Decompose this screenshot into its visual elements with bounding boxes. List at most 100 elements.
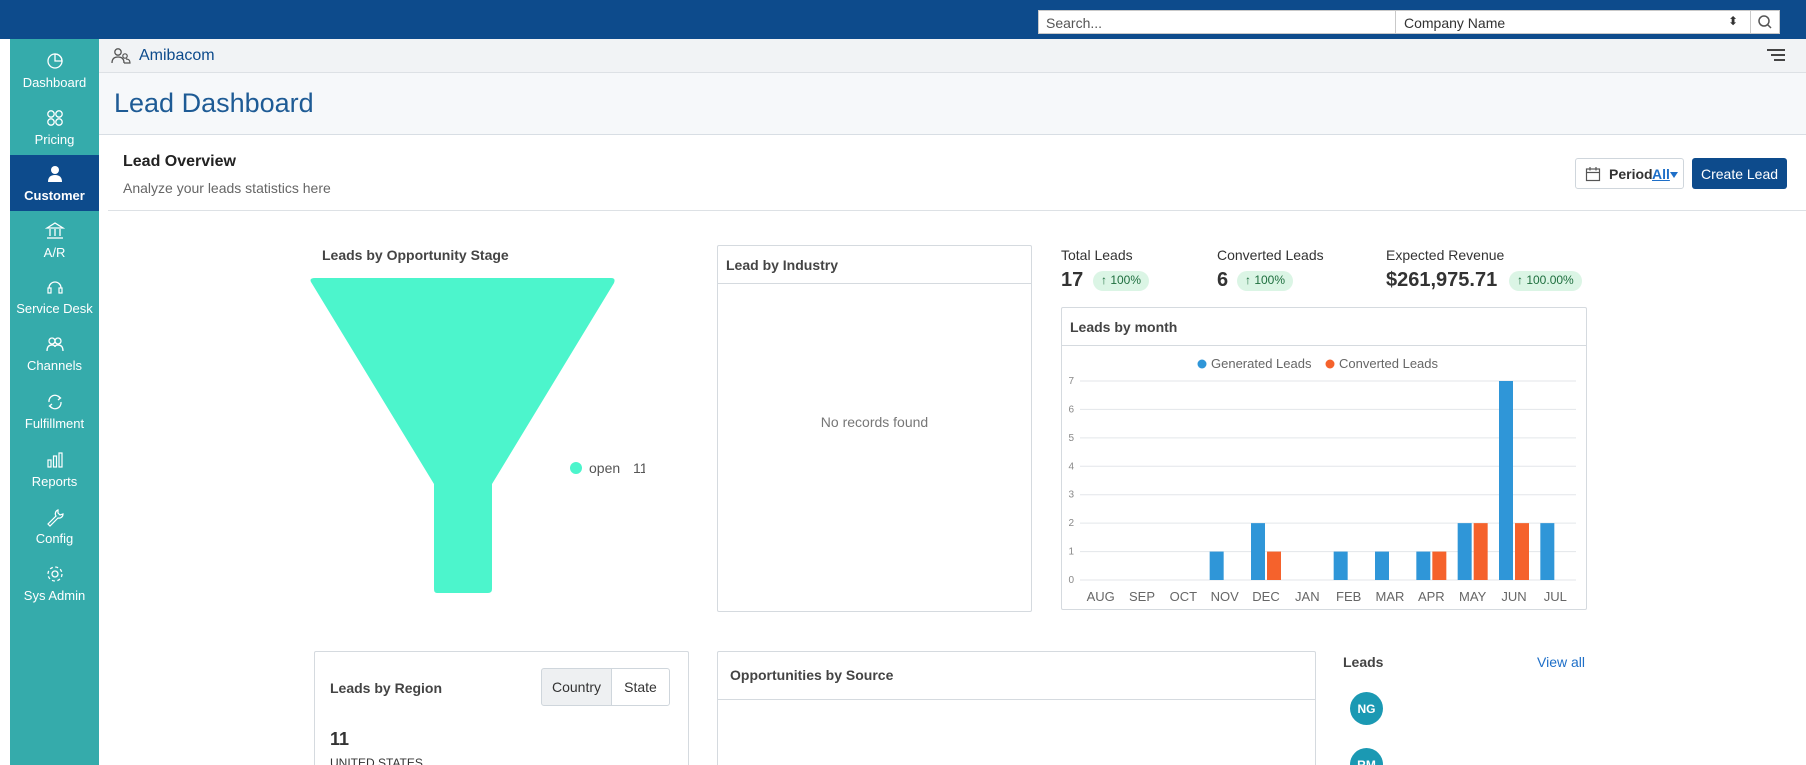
sidebar-item-label: Dashboard bbox=[22, 74, 87, 90]
opportunities-by-source-panel: Opportunities by Source bbox=[717, 651, 1316, 765]
y-tick-label: 0 bbox=[1068, 575, 1074, 586]
sidebar-item-config[interactable]: Config bbox=[10, 498, 99, 554]
view-all-leads-link[interactable]: View all bbox=[1537, 654, 1585, 670]
country-toggle-button[interactable]: Country bbox=[541, 668, 612, 706]
sidebar-item-label: Fulfillment bbox=[24, 415, 85, 431]
bar bbox=[1540, 523, 1555, 580]
bar bbox=[1209, 551, 1224, 580]
kpi-expected-revenue-label: Expected Revenue bbox=[1386, 247, 1505, 263]
sidebar-item-ar[interactable]: A/R bbox=[10, 212, 99, 268]
bar bbox=[1251, 523, 1265, 580]
list-filter-icon[interactable] bbox=[1766, 48, 1786, 64]
sidebar-item-label: Sys Admin bbox=[23, 587, 86, 603]
top-bar: Search... Company Name ⬍ bbox=[0, 0, 1806, 39]
sidebar-item-dashboard[interactable]: Dashboard bbox=[10, 42, 99, 98]
funnel-legend-dot bbox=[570, 462, 582, 474]
channels-icon bbox=[45, 336, 64, 351]
calendar-icon bbox=[1585, 167, 1601, 182]
search-input[interactable]: Search... bbox=[1038, 10, 1396, 34]
legend-label: Converted Leads bbox=[1339, 356, 1439, 371]
x-tick-label: JUL bbox=[1544, 589, 1567, 604]
sidebar-item-label: Customer bbox=[24, 187, 85, 203]
lead-by-industry-panel: Lead by Industry No records found bbox=[717, 245, 1032, 612]
kpi-expected-revenue-value: $261,975.71 bbox=[1386, 269, 1498, 291]
sidebar-item-label: Service Desk bbox=[16, 300, 93, 316]
x-tick-label: MAY bbox=[1459, 589, 1487, 604]
headset-icon bbox=[46, 280, 63, 294]
kpi-converted-leads-label: Converted Leads bbox=[1217, 247, 1324, 263]
y-tick-label: 6 bbox=[1068, 404, 1074, 415]
sidebar-item-pricing[interactable]: Pricing bbox=[10, 99, 99, 155]
breadcrumb-company-link[interactable]: Amibacom bbox=[139, 47, 215, 65]
bar bbox=[1473, 523, 1488, 580]
bar bbox=[1416, 551, 1431, 580]
funnel-shape[interactable] bbox=[310, 278, 615, 593]
region-lead-count: 11 bbox=[330, 729, 350, 749]
x-tick-label: JAN bbox=[1295, 589, 1320, 604]
leads-list-title: Leads bbox=[1343, 654, 1384, 670]
industry-panel-title: Lead by Industry bbox=[718, 246, 1031, 284]
customer-icon bbox=[47, 165, 62, 182]
sidebar-item-channels[interactable]: Channels bbox=[10, 325, 99, 381]
kpi-total-leads-value: 17 bbox=[1061, 269, 1084, 291]
leads-by-month-panel: Leads by month 0 1 2 3 4 5 6 7 Generated Leads Co… bbox=[1061, 307, 1587, 610]
bar bbox=[1515, 523, 1529, 580]
y-tick-label: 1 bbox=[1068, 547, 1074, 558]
search-icon bbox=[1758, 15, 1772, 29]
users-icon bbox=[111, 48, 131, 64]
x-tick-label: APR bbox=[1418, 589, 1445, 604]
legend-dot bbox=[1197, 359, 1207, 369]
funnel-legend-label: open bbox=[589, 460, 620, 476]
state-toggle-button[interactable]: State bbox=[611, 668, 670, 706]
leads-by-region-panel: Leads by Region Country State 11 UNITED … bbox=[314, 651, 689, 765]
bar bbox=[1499, 381, 1513, 580]
legend-label: Generated Leads bbox=[1211, 356, 1312, 371]
sidebar-item-fulfillment[interactable]: Fulfillment bbox=[10, 383, 99, 439]
company-select[interactable]: Company Name ⬍ bbox=[1395, 10, 1751, 34]
page-header: Lead Dashboard bbox=[99, 73, 1806, 135]
y-tick-label: 4 bbox=[1068, 461, 1074, 472]
kpi-total-leads-change: ↑ 100% bbox=[1093, 271, 1150, 291]
sidebar-item-label: Config bbox=[35, 530, 74, 546]
x-tick-label: NOV bbox=[1211, 589, 1240, 604]
bar bbox=[1375, 551, 1389, 580]
y-tick-label: 2 bbox=[1068, 518, 1074, 529]
x-tick-label: MAR bbox=[1376, 589, 1405, 604]
sidebar-item-service-desk[interactable]: Service Desk bbox=[10, 268, 99, 324]
opportunity-stage-funnel: open 11 bbox=[310, 278, 645, 593]
sidebar-item-customer[interactable]: Customer bbox=[10, 155, 99, 211]
company-select-value: Company Name bbox=[1404, 15, 1506, 31]
fulfillment-icon bbox=[47, 394, 62, 409]
bank-icon bbox=[44, 221, 65, 239]
avatar[interactable]: RM bbox=[1350, 748, 1383, 765]
period-filter-button[interactable]: Period All bbox=[1575, 158, 1684, 189]
kpi-total-leads-label: Total Leads bbox=[1061, 247, 1133, 263]
sources-panel-title: Opportunities by Source bbox=[718, 652, 1315, 700]
reports-icon bbox=[46, 451, 63, 468]
breadcrumb: Amibacom bbox=[99, 39, 1806, 73]
avatar[interactable]: NG bbox=[1350, 692, 1383, 725]
select-arrows-icon: ⬍ bbox=[1727, 14, 1738, 28]
caret-down-icon bbox=[1670, 172, 1678, 178]
period-label: Period bbox=[1609, 166, 1653, 182]
overview-title: Lead Overview bbox=[123, 153, 236, 170]
period-value[interactable]: All bbox=[1652, 166, 1670, 182]
x-tick-label: SEP bbox=[1129, 589, 1155, 604]
wrench-icon bbox=[46, 508, 64, 527]
month-chart-title: Leads by month bbox=[1062, 308, 1586, 346]
create-lead-button[interactable]: Create Lead bbox=[1692, 158, 1787, 189]
sidebar-item-sys-admin[interactable]: Sys Admin bbox=[10, 555, 99, 611]
sidebar-item-reports[interactable]: Reports bbox=[10, 441, 99, 497]
bar bbox=[1333, 551, 1348, 580]
x-tick-label: DEC bbox=[1252, 589, 1279, 604]
legend-dot bbox=[1325, 359, 1335, 369]
industry-empty-state: No records found bbox=[820, 414, 929, 430]
y-tick-label: 3 bbox=[1068, 490, 1074, 501]
x-tick-label: JUN bbox=[1501, 589, 1526, 604]
page-title: Lead Dashboard bbox=[114, 88, 314, 118]
region-panel-title: Leads by Region bbox=[330, 680, 443, 696]
funnel-title: Leads by Opportunity Stage bbox=[322, 247, 509, 263]
kpi-expected-revenue-change: ↑ 100.00% bbox=[1509, 271, 1582, 291]
bar bbox=[1457, 523, 1472, 580]
search-button[interactable] bbox=[1750, 10, 1780, 34]
